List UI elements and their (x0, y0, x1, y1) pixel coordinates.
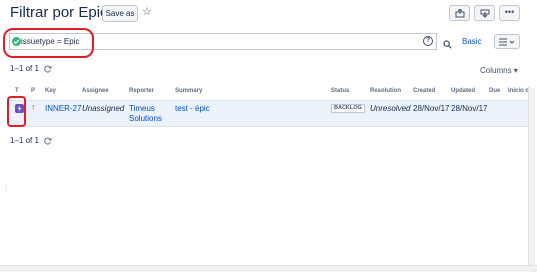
header-priority[interactable]: P (31, 88, 35, 94)
assignee-cell: Unassigned (82, 104, 125, 113)
columns-button[interactable]: Columns ▾ (480, 66, 518, 75)
header-status[interactable]: Status (331, 88, 349, 94)
header-due[interactable]: Due (489, 88, 500, 94)
created-cell: 28/Nov/17 (413, 104, 450, 113)
reporter-link-line2[interactable]: Solutions (129, 114, 162, 123)
more-icon: ••• (504, 7, 515, 17)
star-icon[interactable]: ☆ (142, 4, 152, 20)
header-created[interactable]: Created (413, 88, 435, 94)
header-updated[interactable]: Updated (451, 88, 475, 94)
table-row[interactable]: ↑ INNER-27 Unassigned Timeus Solutions t… (9, 100, 528, 127)
summary-link[interactable]: test - épic (175, 104, 210, 113)
header-type[interactable]: T (15, 88, 19, 94)
basic-search-link[interactable]: Basic (462, 37, 482, 46)
highlight-type-annotation (7, 96, 26, 127)
results-count-bottom: 1–1 of 1 (10, 136, 52, 145)
header-resolution[interactable]: Resolution (370, 88, 401, 94)
export-icon (480, 9, 489, 18)
help-icon[interactable]: ? (423, 36, 433, 46)
vertical-scrollbar[interactable] (528, 88, 535, 265)
reporter-link-line1[interactable]: Timeus (129, 104, 155, 113)
refresh-icon[interactable] (44, 65, 52, 73)
resize-handle-icon[interactable]: ⋮ (3, 185, 9, 192)
view-switcher-button[interactable] (494, 34, 520, 49)
results-count-bottom-text: 1–1 of 1 (10, 136, 39, 145)
search-icon[interactable] (443, 36, 452, 54)
header-inicio[interactable]: Inicio d (508, 88, 529, 94)
highlight-query-annotation (3, 28, 94, 58)
more-button[interactable]: ••• (499, 5, 520, 21)
priority-up-icon: ↑ (31, 102, 36, 112)
header-reporter[interactable]: Reporter (129, 88, 154, 94)
refresh-icon[interactable] (44, 137, 52, 145)
page-title: Filtrar por Epics (10, 4, 116, 21)
header-key[interactable]: Key (45, 88, 56, 94)
updated-cell: 28/Nov/17 (451, 104, 488, 113)
header-summary[interactable]: Summary (175, 88, 202, 94)
share-button[interactable] (449, 5, 470, 21)
issue-key-link[interactable]: INNER-27 (45, 104, 81, 113)
share-icon (455, 9, 464, 18)
header-assignee[interactable]: Assignee (82, 88, 109, 94)
export-button[interactable] (474, 5, 495, 21)
results-count: 1–1 of 1 (10, 64, 52, 73)
list-view-icon (499, 38, 515, 46)
results-count-text: 1–1 of 1 (10, 64, 39, 73)
horizontal-scrollbar[interactable] (0, 265, 537, 272)
status-badge: BACKLOG (331, 104, 365, 113)
save-as-button[interactable]: Save as (102, 5, 138, 22)
resolution-cell: Unresolved (370, 104, 411, 113)
